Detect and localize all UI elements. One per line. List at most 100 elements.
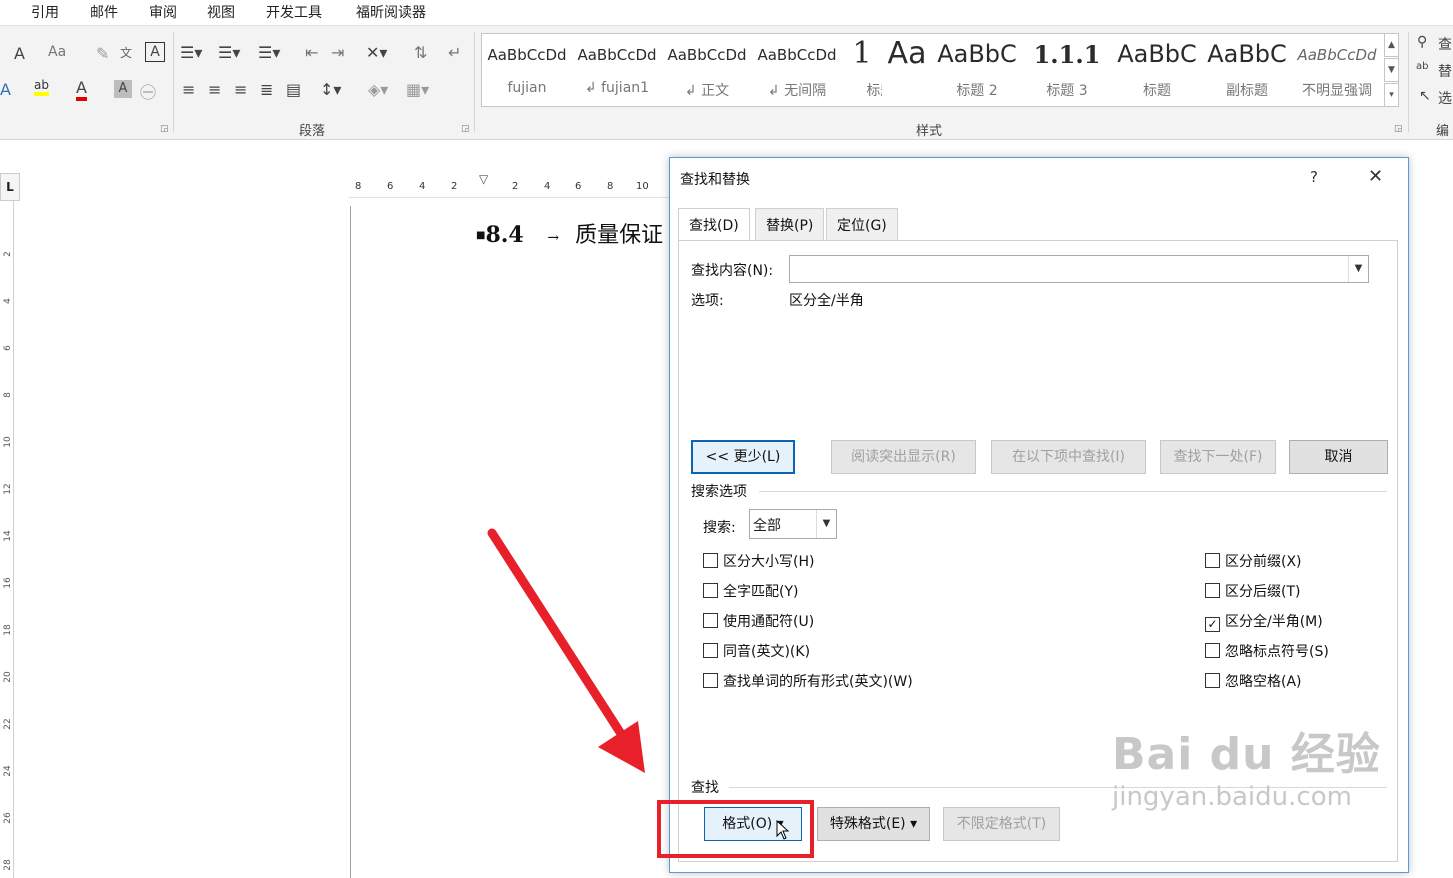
clear-format-icon[interactable]: ✎: [96, 44, 109, 63]
line-spacing-icon[interactable]: ↕▾: [320, 80, 341, 99]
grow-font-icon[interactable]: A: [14, 44, 25, 63]
decrease-indent-icon[interactable]: ⇤: [305, 43, 318, 62]
wildcards-checkbox[interactable]: 使用通配符(U): [703, 611, 814, 631]
less-button[interactable]: << 更少(L): [691, 440, 795, 474]
align-left-icon[interactable]: ≡: [182, 80, 195, 99]
style-title[interactable]: AaBbC 标题: [1112, 34, 1202, 106]
ignore-punctuation-checkbox[interactable]: 忽略标点符号(S): [1205, 641, 1329, 661]
text-effects-icon[interactable]: A: [0, 80, 11, 99]
increase-indent-icon[interactable]: ⇥: [331, 43, 344, 62]
paragraph-launcher-icon[interactable]: ◲: [461, 124, 470, 134]
char-shading-icon[interactable]: A: [114, 80, 132, 98]
find-label[interactable]: 查: [1438, 34, 1452, 54]
tab-replace[interactable]: 替换(P): [755, 208, 825, 240]
checkmark-icon[interactable]: ✓: [1205, 617, 1220, 632]
match-case-checkbox[interactable]: 区分大小写(H): [703, 551, 814, 571]
checkbox-icon[interactable]: [703, 583, 718, 598]
menu-mailings[interactable]: 邮件: [90, 2, 118, 22]
find-icon[interactable]: ⚲: [1417, 34, 1427, 50]
replace-icon[interactable]: ab: [1416, 61, 1428, 72]
show-marks-icon[interactable]: ↵: [448, 43, 461, 62]
change-case-icon[interactable]: Aa: [48, 44, 66, 60]
match-prefix-checkbox[interactable]: 区分前缀(X): [1205, 551, 1302, 571]
checkbox-icon[interactable]: [703, 643, 718, 658]
font-color-icon[interactable]: A: [76, 78, 87, 101]
enclose-char-icon[interactable]: ㊀: [140, 79, 156, 103]
baidu-watermark: Bai du 经验 jingyan.baidu.com: [1112, 718, 1381, 812]
checkbox-icon[interactable]: [703, 613, 718, 628]
ignore-space-checkbox[interactable]: 忽略空格(A): [1205, 671, 1302, 691]
sort-icon[interactable]: ⇅: [414, 43, 427, 62]
tab-find[interactable]: 查找(D): [678, 208, 750, 241]
menu-foxit-reader[interactable]: 福昕阅读器: [356, 2, 426, 22]
menu-developer[interactable]: 开发工具: [266, 2, 322, 22]
search-direction-value: 全部: [753, 518, 781, 534]
indent-marker-icon[interactable]: ▽: [479, 172, 488, 186]
style-no-spacing[interactable]: AaBbCcDd ↲ 无间隔: [752, 34, 842, 106]
tab-goto[interactable]: 定位(G): [826, 208, 898, 240]
checkbox-icon[interactable]: [703, 673, 718, 688]
style-heading-1[interactable]: 1 标题 1: [842, 34, 882, 106]
tab-selector-icon[interactable]: L: [0, 173, 20, 201]
menu-review[interactable]: 审阅: [149, 2, 177, 22]
style-heading-2-aa[interactable]: Aa: [882, 34, 932, 106]
match-suffix-checkbox[interactable]: 区分后缀(T): [1205, 581, 1300, 601]
document-heading[interactable]: ■8.4 → 质量保证: [476, 217, 663, 249]
sounds-like-checkbox[interactable]: 同音(英文)(K): [703, 641, 810, 661]
align-center-icon[interactable]: ≡: [208, 80, 221, 99]
ribbon: A Aa ✎ 文 A A ab A A ㊀ ◲ ☰▾ ☰▾ ☰▾ ⇤ ⇥ ✕▾ …: [0, 26, 1453, 140]
help-icon[interactable]: ?: [1310, 168, 1318, 186]
whole-word-checkbox[interactable]: 全字匹配(Y): [703, 581, 798, 601]
checkbox-icon[interactable]: [1205, 553, 1220, 568]
font-launcher-icon[interactable]: ◲: [160, 124, 169, 134]
gallery-scroll-up-icon[interactable]: ▲: [1384, 33, 1399, 57]
chevron-down-icon[interactable]: ▼: [816, 510, 836, 538]
checkbox-icon[interactable]: [1205, 643, 1220, 658]
align-right-icon[interactable]: ≡: [234, 80, 247, 99]
group-separator: [173, 32, 174, 132]
gallery-more-icon[interactable]: ▾: [1384, 83, 1399, 107]
style-subtle-emphasis[interactable]: AaBbCcDd 不明显强调: [1292, 34, 1382, 106]
style-normal[interactable]: AaBbCcDd ↲ 正文: [662, 34, 752, 106]
watermark-logo: Bai du 经验: [1112, 729, 1381, 780]
match-width-checkbox[interactable]: ✓ 区分全/半角(M): [1205, 611, 1323, 632]
gallery-scroll-down-icon[interactable]: ▼: [1384, 58, 1399, 82]
distributed-icon[interactable]: ▤: [286, 80, 301, 99]
find-next-button[interactable]: 查找下一处(F): [1160, 440, 1276, 474]
cancel-button[interactable]: 取消: [1289, 440, 1388, 474]
style-fujian[interactable]: AaBbCcDd fujian: [482, 34, 572, 106]
numbering-icon[interactable]: ☰▾: [218, 43, 240, 62]
replace-label[interactable]: 替: [1438, 61, 1452, 81]
bullets-icon[interactable]: ☰▾: [180, 43, 202, 62]
menu-references[interactable]: 引用: [31, 2, 59, 22]
shading-icon[interactable]: ◈▾: [368, 80, 388, 99]
menu-view[interactable]: 视图: [207, 2, 235, 22]
style-heading-2[interactable]: AaBbC 标题 2: [932, 34, 1022, 106]
multilevel-list-icon[interactable]: ☰▾: [258, 43, 280, 62]
justify-icon[interactable]: ≣: [260, 80, 273, 99]
checkbox-icon[interactable]: [1205, 673, 1220, 688]
select-icon[interactable]: ↖: [1419, 88, 1431, 104]
style-fujian1[interactable]: AaBbCcDd ↲ fujian1: [572, 34, 662, 106]
find-what-combobox[interactable]: ▼: [789, 255, 1369, 283]
styles-launcher-icon[interactable]: ◲: [1394, 124, 1403, 134]
checkbox-icon[interactable]: [1205, 583, 1220, 598]
checkbox-icon[interactable]: [703, 553, 718, 568]
reading-highlight-button[interactable]: 阅读突出显示(R): [831, 440, 976, 474]
no-formatting-button[interactable]: 不限定格式(T): [943, 807, 1060, 841]
options-label: 选项:: [691, 293, 724, 309]
style-heading-3[interactable]: 1.1.1 标题 3: [1022, 34, 1112, 106]
highlight-icon[interactable]: ab: [34, 78, 49, 96]
all-word-forms-checkbox[interactable]: 查找单词的所有形式(英文)(W): [703, 671, 913, 691]
char-border-icon[interactable]: A: [145, 42, 165, 62]
phonetic-guide-icon[interactable]: 文: [120, 44, 132, 61]
search-direction-select[interactable]: 全部 ▼: [749, 509, 837, 539]
chinese-layout-icon[interactable]: ✕▾: [366, 43, 387, 62]
chevron-down-icon[interactable]: ▼: [1348, 256, 1368, 282]
style-subtitle[interactable]: AaBbC 副标题: [1202, 34, 1292, 106]
find-in-button[interactable]: 在以下项中查找(I): [991, 440, 1146, 474]
borders-icon[interactable]: ▦▾: [406, 80, 429, 99]
select-label[interactable]: 选: [1438, 88, 1452, 108]
close-icon[interactable]: ✕: [1368, 166, 1383, 187]
special-format-button[interactable]: 特殊格式(E) ▾: [817, 807, 930, 841]
